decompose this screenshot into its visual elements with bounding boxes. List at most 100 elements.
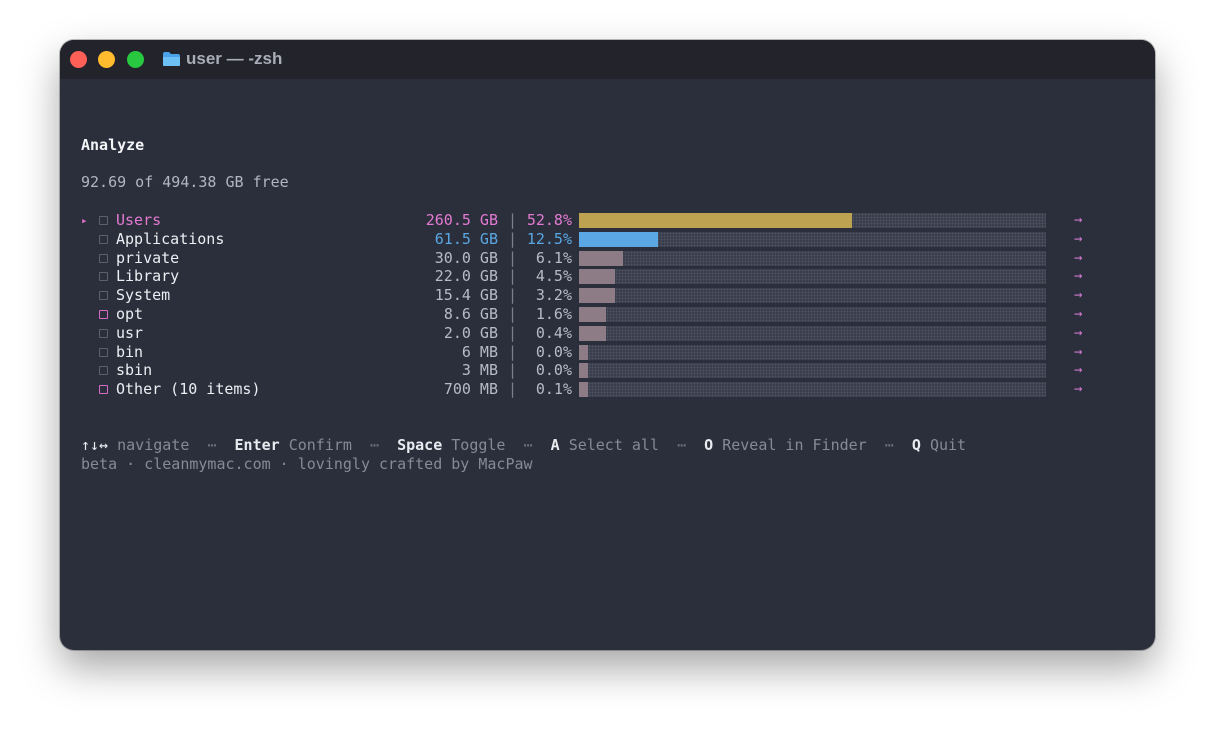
separator-dots: ⋯ — [523, 436, 533, 454]
usage-bar-fill — [579, 325, 606, 341]
credits-line: beta · cleanmymac.com · lovingly crafted… — [81, 455, 533, 473]
usage-bar-fill — [579, 213, 852, 228]
usage-bar — [579, 269, 1046, 285]
item-size: 8.6 GB — [443, 305, 498, 323]
usage-bar — [579, 307, 1046, 322]
terminal-content: Analyze 92.69 of 494.38 GB free ▸ Users 26… — [60, 79, 1155, 650]
enter-label: Confirm — [288, 436, 352, 454]
item-name: System — [116, 286, 171, 305]
space-label: Toggle — [451, 436, 506, 454]
item-percent: 0.0% — [535, 342, 572, 361]
usage-bar — [579, 213, 1046, 228]
list-item[interactable]: bin 6 MB | 0.0% → — [60, 343, 1155, 362]
arrow-right-icon[interactable]: → — [1074, 305, 1082, 324]
q-key: Q — [911, 436, 921, 454]
item-checkbox[interactable] — [99, 347, 108, 357]
list-item[interactable]: sbin 3 MB | 0.0% → — [60, 361, 1155, 380]
keyboard-help: ↑↓↔ navigate ⋯ Enter Confirm ⋯ Space Tog… — [81, 436, 966, 455]
arrow-keys-hint: ↑↓↔ — [81, 436, 109, 454]
usage-bar-fill — [579, 307, 606, 322]
space-key: Space — [397, 436, 443, 454]
item-size: 15.4 GB — [434, 286, 498, 305]
zoom-button[interactable] — [127, 51, 144, 68]
item-name: bin — [116, 342, 144, 361]
list-item[interactable]: ▸ Users 260.5 GB | 52.8% → — [60, 211, 1155, 230]
item-name: private — [116, 248, 180, 267]
item-percent: 12.5% — [526, 229, 572, 248]
item-size: 3 MB — [461, 361, 498, 380]
item-size: 30.0 GB — [434, 248, 498, 267]
item-checkbox[interactable] — [99, 234, 108, 244]
item-name: Users — [116, 211, 162, 229]
quit-label: Quit — [929, 436, 967, 454]
window-title: user — -zsh — [186, 49, 283, 68]
usage-bar-fill — [579, 382, 588, 398]
arrow-right-icon[interactable]: → — [1074, 267, 1082, 286]
usage-bar — [579, 288, 1046, 304]
usage-bar-fill — [579, 363, 588, 379]
item-size: 260.5 GB — [425, 211, 498, 229]
a-key: A — [550, 436, 560, 454]
item-percent: 3.2% — [535, 286, 572, 305]
item-percent: 52.8% — [526, 211, 572, 229]
item-checkbox[interactable] — [99, 385, 108, 395]
usage-bar — [579, 325, 1046, 341]
list-item[interactable]: Applications 61.5 GB | 12.5% → — [60, 230, 1155, 249]
item-name: Applications — [116, 229, 225, 248]
folder-icon — [163, 52, 180, 66]
list-item[interactable]: usr 2.0 GB | 0.4% → — [60, 324, 1155, 343]
item-checkbox[interactable] — [99, 328, 108, 338]
item-percent: 0.1% — [535, 380, 572, 399]
arrow-right-icon[interactable]: → — [1074, 343, 1082, 362]
enter-key: Enter — [234, 436, 280, 454]
item-percent: 0.4% — [535, 323, 572, 342]
item-size: 6 MB — [461, 342, 498, 361]
list-item[interactable]: System 15.4 GB | 3.2% → — [60, 286, 1155, 305]
list-item[interactable]: private 30.0 GB | 6.1% → — [60, 249, 1155, 268]
arrow-right-icon[interactable]: → — [1074, 230, 1082, 249]
item-size: 700 MB — [443, 380, 498, 399]
item-percent: 4.5% — [535, 267, 572, 286]
list-item[interactable]: opt 8.6 GB | 1.6% → — [60, 305, 1155, 324]
item-size: 22.0 GB — [434, 267, 498, 286]
usage-bar — [579, 231, 1046, 247]
usage-bar — [579, 344, 1046, 360]
arrow-right-icon[interactable]: → — [1074, 324, 1082, 343]
item-name: opt — [116, 305, 144, 323]
arrow-right-icon[interactable]: → — [1074, 286, 1082, 305]
item-name: sbin — [116, 361, 153, 380]
separator-dots: ⋯ — [370, 436, 380, 454]
separator-dots: ⋯ — [207, 436, 217, 454]
usage-bar-fill — [579, 288, 615, 304]
reveal-in-finder-label: Reveal in Finder — [722, 436, 867, 454]
usage-bar — [579, 250, 1046, 266]
navigate-label: navigate — [117, 436, 190, 454]
separator-dots: ⋯ — [884, 436, 894, 454]
item-checkbox[interactable] — [99, 291, 108, 301]
terminal-window: user — -zsh Analyze 92.69 of 494.38 GB f… — [60, 40, 1155, 650]
usage-bar — [579, 382, 1046, 398]
close-button[interactable] — [70, 51, 87, 68]
o-key: O — [704, 436, 714, 454]
item-checkbox[interactable] — [99, 366, 108, 376]
item-checkbox[interactable] — [99, 272, 108, 282]
arrow-right-icon[interactable]: → — [1074, 249, 1082, 268]
usage-bar-fill — [579, 344, 588, 360]
list-item[interactable]: Other (10 items) 700 MB | 0.1% → — [60, 380, 1155, 399]
item-name: usr — [116, 323, 144, 342]
minimize-button[interactable] — [98, 51, 115, 68]
item-checkbox[interactable] — [99, 253, 108, 263]
list-item[interactable]: Library 22.0 GB | 4.5% → — [60, 267, 1155, 286]
item-size: 61.5 GB — [434, 229, 498, 248]
arrow-right-icon[interactable]: → — [1074, 380, 1082, 399]
item-checkbox[interactable] — [99, 310, 108, 319]
select-all-label: Select all — [568, 436, 659, 454]
page-title: Analyze — [81, 136, 145, 154]
title-bar[interactable]: user — -zsh — [60, 40, 1155, 79]
item-percent: 0.0% — [535, 361, 572, 380]
arrow-right-icon[interactable]: → — [1074, 361, 1082, 380]
arrow-right-icon[interactable]: → — [1074, 211, 1082, 230]
item-checkbox[interactable] — [99, 216, 108, 225]
item-size: 2.0 GB — [443, 323, 498, 342]
item-percent: 6.1% — [535, 248, 572, 267]
